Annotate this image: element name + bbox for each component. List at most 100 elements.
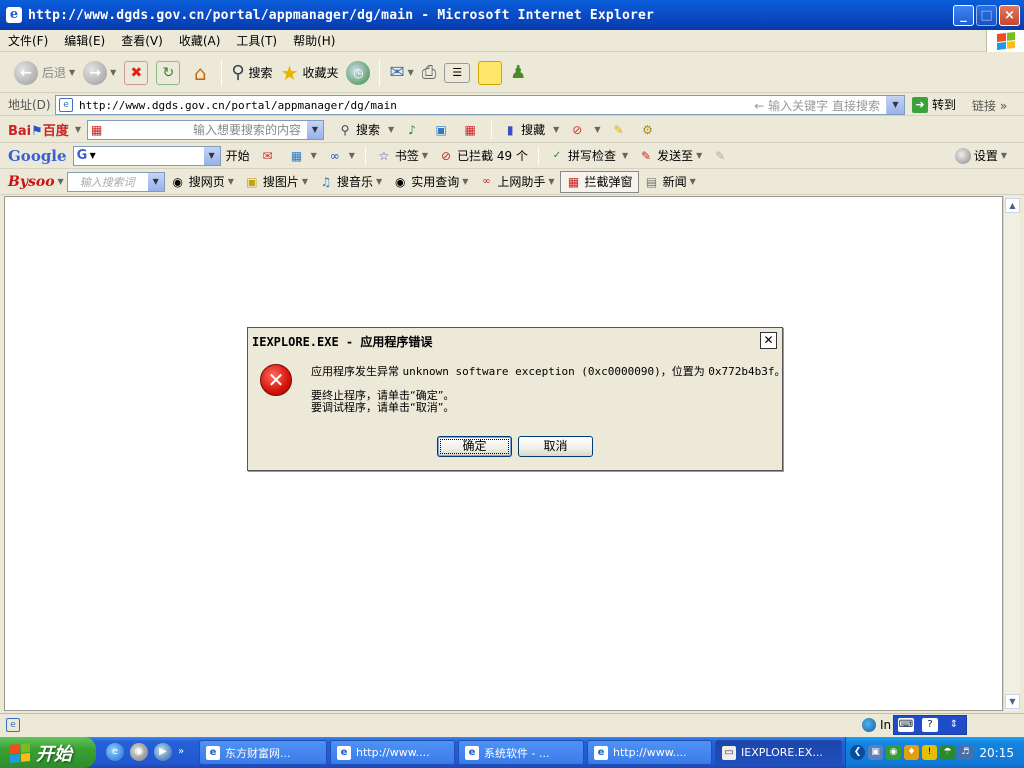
bysoo-images-dropdown-icon[interactable]: ▼ xyxy=(302,177,308,186)
menu-help[interactable]: 帮助(H) xyxy=(285,32,343,49)
google-send-dropdown-icon[interactable]: ▼ xyxy=(696,151,702,160)
bysoo-logo[interactable]: Bysoo xyxy=(8,174,55,190)
close-button[interactable]: × xyxy=(999,5,1020,26)
taskbar-item[interactable]: e http://www.... xyxy=(330,740,455,765)
bysoo-popup-block-button[interactable]: ▦ 拦截弹窗 xyxy=(559,170,639,193)
discuss-button[interactable] xyxy=(474,58,506,88)
forward-button[interactable]: → ▼ xyxy=(79,58,120,88)
edit-button[interactable]: ☰ xyxy=(440,58,474,88)
google-g-dropdown-icon[interactable]: ▼ xyxy=(90,151,96,160)
bysoo-web-dropdown-icon[interactable]: ▼ xyxy=(228,177,234,186)
menu-edit[interactable]: 编辑(E) xyxy=(56,32,113,49)
google-search-dropdown-icon[interactable]: ▼ xyxy=(203,146,220,165)
address-input[interactable]: e http://www.dgds.gov.cn/portal/appmanag… xyxy=(55,95,905,115)
google-search-input[interactable]: G ▼ ▼ xyxy=(72,145,221,166)
ie-quicklaunch-icon[interactable]: e xyxy=(106,743,124,761)
maximize-button[interactable]: □ xyxy=(976,5,997,26)
error-dialog-titlebar[interactable]: IEXPLORE.EXE - 应用程序错误 xyxy=(248,328,782,354)
go-button[interactable]: ➜ 转到 xyxy=(912,96,956,113)
mail-dropdown-icon[interactable]: ▼ xyxy=(408,68,414,77)
title-bar[interactable]: e http://www.dgds.gov.cn/portal/appmanag… xyxy=(0,0,1024,30)
back-dropdown-icon[interactable]: ▼ xyxy=(69,68,75,77)
address-url[interactable]: http://www.dgds.gov.cn/portal/appmanager… xyxy=(79,99,397,112)
google-link-dropdown-icon[interactable]: ▼ xyxy=(349,151,355,160)
menu-favorites[interactable]: 收藏(A) xyxy=(171,32,229,49)
bysoo-search-input[interactable]: 输入搜索词 ▼ xyxy=(66,171,165,192)
google-spell-dropdown-icon[interactable]: ▼ xyxy=(622,151,628,160)
stop-button[interactable]: ✖ xyxy=(120,58,152,88)
bysoo-lookup-button[interactable]: ◉ 实用查询 ▼ xyxy=(387,173,473,190)
bysoo-menu-dropdown-icon[interactable]: ▼ xyxy=(58,177,64,186)
scroll-up-icon[interactable]: ▲ xyxy=(1005,198,1020,213)
bysoo-news-dropdown-icon[interactable]: ▼ xyxy=(690,177,696,186)
volume-icon[interactable]: ♬ xyxy=(958,745,973,760)
dialog-close-button[interactable]: ✕ xyxy=(760,332,777,349)
baidu-block-dropdown-icon[interactable]: ▼ xyxy=(594,125,600,134)
menu-tools[interactable]: 工具(T) xyxy=(228,32,285,49)
vertical-scrollbar[interactable]: ▲ ▼ xyxy=(1003,196,1020,711)
address-dropdown-icon[interactable]: ▼ xyxy=(886,96,904,114)
cancel-button[interactable]: 取消 xyxy=(518,436,593,457)
tray-expand-icon[interactable]: ❮ xyxy=(850,745,865,760)
bysoo-music-search-button[interactable]: ♫ 搜音乐 ▼ xyxy=(313,173,387,190)
print-button[interactable]: ⎙ xyxy=(418,58,440,88)
google-settings-dropdown-icon[interactable]: ▼ xyxy=(1001,151,1007,160)
google-popup-blocker-button[interactable]: ⊘ 已拦截 49 个 xyxy=(433,147,533,164)
clock[interactable]: 20:15 xyxy=(979,746,1014,760)
ie-app-icon[interactable]: e xyxy=(6,7,22,23)
language-bar-options-icon[interactable]: ⇕ xyxy=(946,718,962,732)
baidu-search-button[interactable]: ⚲ 搜索 ▼ xyxy=(332,121,399,138)
favorites-button[interactable]: ★ 收藏夹 xyxy=(277,58,343,88)
bysoo-helper-button[interactable]: ∞ 上网助手 ▼ xyxy=(473,173,559,190)
warning-icon[interactable]: ! xyxy=(922,745,937,760)
google-spellcheck-button[interactable]: ✓ 拼写检查 ▼ xyxy=(544,147,633,164)
baidu-search-input[interactable]: ▦ 输入想要搜索的内容 ▼ xyxy=(86,119,324,140)
tray-app-icon[interactable]: ◉ xyxy=(886,745,901,760)
baidu-logo[interactable]: Bai⚑百度 xyxy=(8,120,69,139)
forward-dropdown-icon[interactable]: ▼ xyxy=(110,68,116,77)
baidu-news-button[interactable]: ▦ xyxy=(457,122,486,138)
network-icon[interactable]: ▣ xyxy=(868,745,883,760)
menu-file[interactable]: 文件(F) xyxy=(0,32,56,49)
google-news-button[interactable]: ✉ xyxy=(255,148,284,164)
baidu-block-button[interactable]: ⊘ ▼ xyxy=(564,122,605,138)
bysoo-search-dropdown-icon[interactable]: ▼ xyxy=(147,172,164,191)
refresh-button[interactable]: ↻ xyxy=(152,58,184,88)
bysoo-music-dropdown-icon[interactable]: ▼ xyxy=(376,177,382,186)
google-windows-dropdown-icon[interactable]: ▼ xyxy=(311,151,317,160)
google-logo[interactable]: Google xyxy=(8,147,67,165)
baidu-search-dropdown-icon[interactable]: ▼ xyxy=(388,125,394,134)
app-quicklaunch-icon[interactable]: ◉ xyxy=(130,743,148,761)
security-shield-icon[interactable]: ♦ xyxy=(904,745,919,760)
start-button[interactable]: 开始 xyxy=(0,737,96,768)
language-bar[interactable]: ⌨ ? ⇕ xyxy=(893,715,967,735)
baidu-image-button[interactable]: ▣ xyxy=(428,122,457,138)
google-windows-button[interactable]: ▦ ▼ xyxy=(284,148,322,164)
baidu-tools-button[interactable]: ⚙ xyxy=(634,122,663,138)
security-zone[interactable]: In xyxy=(862,718,891,732)
bysoo-lookup-dropdown-icon[interactable]: ▼ xyxy=(462,177,468,186)
taskbar-item-active[interactable]: ▭ IEXPLORE.EX... xyxy=(715,740,842,765)
bysoo-helper-dropdown-icon[interactable]: ▼ xyxy=(548,177,554,186)
quicklaunch-more-icon[interactable]: » xyxy=(178,743,184,761)
google-link-button[interactable]: ∞ ▼ xyxy=(322,148,360,164)
baidu-collect-button[interactable]: ▮ 搜藏 ▼ xyxy=(497,121,564,138)
taskbar-item[interactable]: e http://www.... xyxy=(587,740,712,765)
minimize-button[interactable]: _ xyxy=(953,5,974,26)
google-settings-button[interactable]: 设置 ▼ xyxy=(950,147,1012,164)
links-button[interactable]: 链接 » xyxy=(972,97,1007,114)
baidu-search-dropdown-icon[interactable]: ▼ xyxy=(306,120,323,139)
google-bookmarks-dropdown-icon[interactable]: ▼ xyxy=(422,151,428,160)
google-send-button[interactable]: ✎ 发送至 ▼ xyxy=(633,147,707,164)
taskbar-item[interactable]: e 东方财富网... xyxy=(199,740,327,765)
search-button[interactable]: ⚲ 搜索 xyxy=(227,58,276,88)
baidu-music-button[interactable]: ♪ xyxy=(399,122,428,138)
google-bookmarks-button[interactable]: ☆ 书签 ▼ xyxy=(371,147,433,164)
messenger-button[interactable]: ♟ xyxy=(506,58,530,88)
scroll-down-icon[interactable]: ▼ xyxy=(1005,694,1020,709)
media-quicklaunch-icon[interactable]: ▶ xyxy=(154,743,172,761)
help-icon[interactable]: ? xyxy=(922,718,938,732)
umbrella-icon[interactable]: ☂ xyxy=(940,745,955,760)
baidu-menu-dropdown-icon[interactable]: ▼ xyxy=(75,125,81,134)
google-start-button[interactable]: 开始 xyxy=(221,147,255,164)
